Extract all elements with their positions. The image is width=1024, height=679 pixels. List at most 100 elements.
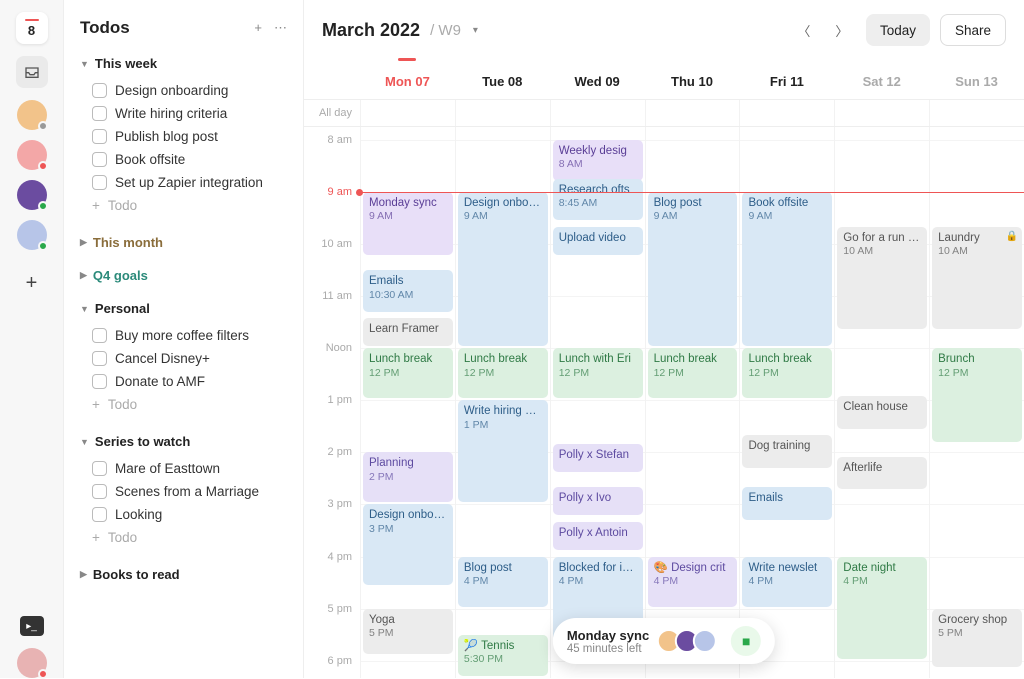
calendar-event[interactable]: Dog training	[742, 435, 832, 468]
checkbox[interactable]	[92, 328, 107, 343]
calendar-event[interactable]: Laundry10 AM	[932, 227, 1022, 329]
prev-week-button[interactable]: 〈	[790, 16, 818, 44]
calendar-event[interactable]: 🎨 Design crit4 PM	[648, 557, 738, 607]
day-column[interactable]: Design onboarding9 AMLunch break12 PMWri…	[455, 127, 550, 678]
checkbox[interactable]	[92, 351, 107, 366]
todo-item[interactable]: Book offsite	[80, 148, 287, 171]
checkbox[interactable]	[92, 374, 107, 389]
day-header[interactable]: Sun 13	[929, 60, 1024, 99]
section-header[interactable]: ▼Personal	[80, 301, 287, 316]
todo-item[interactable]: Looking	[80, 503, 287, 526]
checkbox[interactable]	[92, 484, 107, 499]
calendar-event[interactable]: Lunch with Eri12 PM	[553, 348, 643, 398]
workspace-avatar[interactable]	[17, 100, 47, 130]
user-avatar[interactable]	[17, 648, 47, 678]
workspace-avatar[interactable]	[17, 180, 47, 210]
calendar-event[interactable]: Planning2 PM	[363, 452, 453, 502]
todo-item[interactable]: Write hiring criteria	[80, 102, 287, 125]
calendar-event[interactable]: Brunch12 PM	[932, 348, 1022, 441]
command-palette-icon[interactable]: ▸_	[20, 616, 44, 636]
todo-item[interactable]: Buy more coffee filters	[80, 324, 287, 347]
todo-item[interactable]: Scenes from a Marriage	[80, 480, 287, 503]
calendar-event[interactable]: Go for a run with Nikita10 AM	[837, 227, 927, 329]
section-header[interactable]: ▶This month	[80, 235, 287, 250]
calendar-event[interactable]: 🎾 Tennis5:30 PM	[458, 635, 548, 676]
calendar-event[interactable]: Book offsite9 AM	[742, 192, 832, 346]
day-header[interactable]: Sat 12	[834, 60, 929, 99]
day-header[interactable]: Fri 11	[739, 60, 834, 99]
checkbox[interactable]	[92, 175, 107, 190]
day-header[interactable]: Mon 07	[360, 60, 455, 99]
calendar-event[interactable]: Lunch break12 PM	[648, 348, 738, 398]
calendar-event[interactable]: Emails	[742, 487, 832, 520]
calendar-event[interactable]: Design onboarding3 PM	[363, 504, 453, 584]
day-column[interactable]: Weekly desig8 AMResearch ofts8:45 AM Uplo…	[550, 127, 645, 678]
day-column[interactable]: Laundry10 AM Brunch12 PM Grocery shop5 PM	[929, 127, 1024, 678]
event-time: 4 PM	[559, 575, 637, 588]
calendar-event[interactable]: Lunch break12 PM	[742, 348, 832, 398]
day-header[interactable]: Tue 08	[455, 60, 550, 99]
add-todo-row[interactable]: +Todo	[80, 393, 287, 416]
checkbox[interactable]	[92, 461, 107, 476]
checkbox[interactable]	[92, 507, 107, 522]
calendar-event[interactable]: Afterlife	[837, 457, 927, 490]
chevron-down-icon[interactable]: ▾	[473, 25, 478, 36]
section-header[interactable]: ▼This week	[80, 56, 287, 71]
calendar-event[interactable]: Write hiring criteria1 PM	[458, 400, 548, 502]
calendar-event[interactable]: Polly x Stefan	[553, 444, 643, 472]
hour-label: 1 pm	[328, 394, 352, 406]
calendar-event[interactable]: Polly x Ivo	[553, 487, 643, 515]
day-column[interactable]: Book offsite9 AMLunch break12 PM Dog trai…	[739, 127, 834, 678]
next-week-button[interactable]: 〉	[828, 16, 856, 44]
todo-item[interactable]: Mare of Easttown	[80, 457, 287, 480]
share-button[interactable]: Share	[940, 14, 1006, 46]
calendar-event[interactable]: Blog post9 AM	[648, 192, 738, 346]
workspace-avatar[interactable]	[17, 140, 47, 170]
add-workspace-button[interactable]: +	[26, 272, 38, 295]
todo-item[interactable]: Design onboarding	[80, 79, 287, 102]
calendar-event[interactable]: Grocery shop5 PM	[932, 609, 1022, 668]
section-header[interactable]: ▶Books to read	[80, 567, 287, 582]
day-column[interactable]: Monday sync9 AM Emails10:30 AM Learn Frame…	[360, 127, 455, 678]
calendar-event[interactable]: Clean house	[837, 396, 927, 429]
calendar-event[interactable]: Weekly desig8 AM	[553, 140, 643, 181]
todo-item[interactable]: Cancel Disney+	[80, 347, 287, 370]
day-header[interactable]: Wed 09	[550, 60, 645, 99]
todo-item[interactable]: Donate to AMF	[80, 370, 287, 393]
todo-item[interactable]: Publish blog post	[80, 125, 287, 148]
add-todo-icon[interactable]: +	[254, 20, 262, 36]
day-header[interactable]: Thu 10	[645, 60, 740, 99]
more-icon[interactable]: ⋯	[274, 20, 287, 36]
calendar-event[interactable]: Blog post4 PM	[458, 557, 548, 607]
calendar-event[interactable]: Polly x Antoin	[553, 522, 643, 550]
calendar-date-icon[interactable]: 8	[16, 12, 48, 44]
checkbox[interactable]	[92, 152, 107, 167]
calendar-event[interactable]: Lunch break12 PM	[363, 348, 453, 398]
calendar-event[interactable]: Yoga5 PM	[363, 609, 453, 655]
calendar-grid[interactable]: 8 am9 am10 am11 amNoon1 pm2 pm3 pm4 pm5 …	[304, 127, 1024, 678]
day-column[interactable]: Blog post9 AMLunch break12 PM 🎨 Design cr…	[645, 127, 740, 678]
meeting-toast[interactable]: Monday sync 45 minutes left ■	[553, 618, 775, 664]
calendar-event[interactable]: Learn Framer	[363, 318, 453, 346]
calendar-event[interactable]: Lunch break12 PM	[458, 348, 548, 398]
section-header[interactable]: ▼Series to watch	[80, 434, 287, 449]
section-header[interactable]: ▶Q4 goals	[80, 268, 287, 283]
calendar-event[interactable]: Upload video	[553, 227, 643, 255]
workspace-avatar[interactable]	[17, 220, 47, 250]
todo-item[interactable]: Set up Zapier integration	[80, 171, 287, 194]
inbox-icon[interactable]	[16, 56, 48, 88]
today-button[interactable]: Today	[866, 14, 930, 46]
calendar-event[interactable]: Emails10:30 AM	[363, 270, 453, 311]
calendar-event[interactable]: Design onboarding9 AM	[458, 192, 548, 346]
calendar-event[interactable]: Research ofts8:45 AM	[553, 179, 643, 220]
checkbox[interactable]	[92, 83, 107, 98]
calendar-event[interactable]: Write newslet4 PM	[742, 557, 832, 607]
checkbox[interactable]	[92, 106, 107, 121]
add-todo-row[interactable]: +Todo	[80, 194, 287, 217]
day-column[interactable]: Go for a run with Nikita10 AM Clean house…	[834, 127, 929, 678]
calendar-event[interactable]: Date night4 PM	[837, 557, 927, 659]
checkbox[interactable]	[92, 129, 107, 144]
calendar-event[interactable]: Monday sync9 AM	[363, 192, 453, 255]
add-todo-row[interactable]: +Todo	[80, 526, 287, 549]
video-call-icon[interactable]: ■	[731, 626, 761, 656]
